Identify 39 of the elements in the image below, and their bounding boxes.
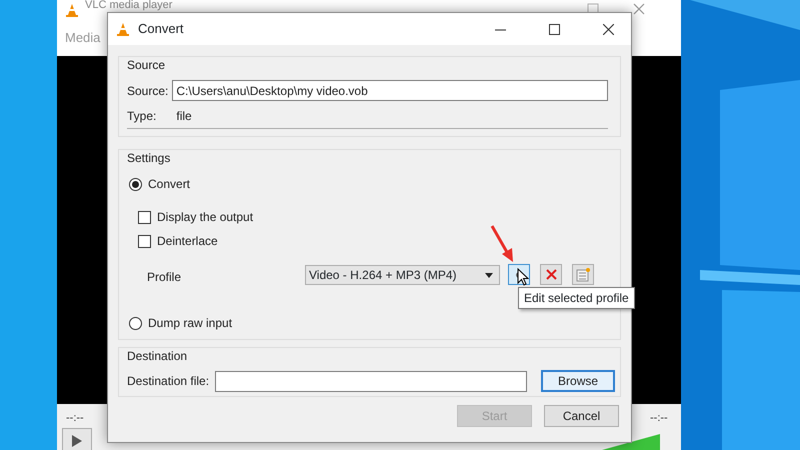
field-label: Destination file: bbox=[127, 373, 210, 390]
play-icon bbox=[71, 434, 83, 448]
radio-button[interactable] bbox=[129, 316, 142, 330]
delete-icon bbox=[546, 269, 556, 280]
checkbox[interactable] bbox=[138, 234, 151, 248]
radio-button[interactable] bbox=[129, 178, 142, 190]
time-label: --:-- bbox=[66, 411, 84, 426]
time-label: --:-- bbox=[650, 411, 668, 426]
checkbox-label: Deinterlace bbox=[157, 233, 218, 250]
source-field[interactable]: C:\Users\anu\Desktop\my video.vob bbox=[172, 80, 608, 101]
checkbox[interactable] bbox=[138, 210, 151, 224]
checkbox-label: Display the output bbox=[157, 209, 254, 226]
tooltip: Edit selected profile bbox=[518, 287, 635, 309]
cone-icon bbox=[116, 21, 130, 37]
destination-field[interactable] bbox=[215, 370, 528, 392]
play-button[interactable] bbox=[62, 428, 92, 450]
list-icon bbox=[576, 268, 590, 282]
caret-icon bbox=[485, 272, 493, 278]
maximize-icon bbox=[548, 24, 560, 34]
radio-label: Convert bbox=[148, 176, 190, 193]
close-icon bbox=[602, 24, 614, 34]
radio-label: Dump raw input bbox=[148, 315, 232, 332]
group-legend: Source bbox=[127, 56, 166, 74]
dialog-title: Convert bbox=[138, 20, 184, 38]
delete-button[interactable] bbox=[540, 264, 562, 285]
window-title: VLC media player bbox=[85, 0, 172, 11]
field-label: Type: bbox=[127, 108, 156, 125]
field-label: Profile bbox=[147, 269, 182, 286]
group-legend: Destination bbox=[127, 347, 188, 365]
dialog-button[interactable]: Cancel bbox=[544, 405, 619, 427]
type-value: file bbox=[176, 108, 192, 125]
group-legend: Settings bbox=[127, 149, 170, 167]
field-label: Source: bbox=[127, 82, 168, 100]
browse-button[interactable]: Browse bbox=[541, 370, 616, 392]
annotation-arrow bbox=[489, 224, 515, 264]
profile-dropdown[interactable]: Video - H.264 + MP3 (MP4) bbox=[305, 265, 500, 285]
volume-icon[interactable] bbox=[602, 432, 662, 450]
pointer-icon bbox=[517, 268, 529, 286]
close-icon[interactable] bbox=[633, 3, 645, 15]
